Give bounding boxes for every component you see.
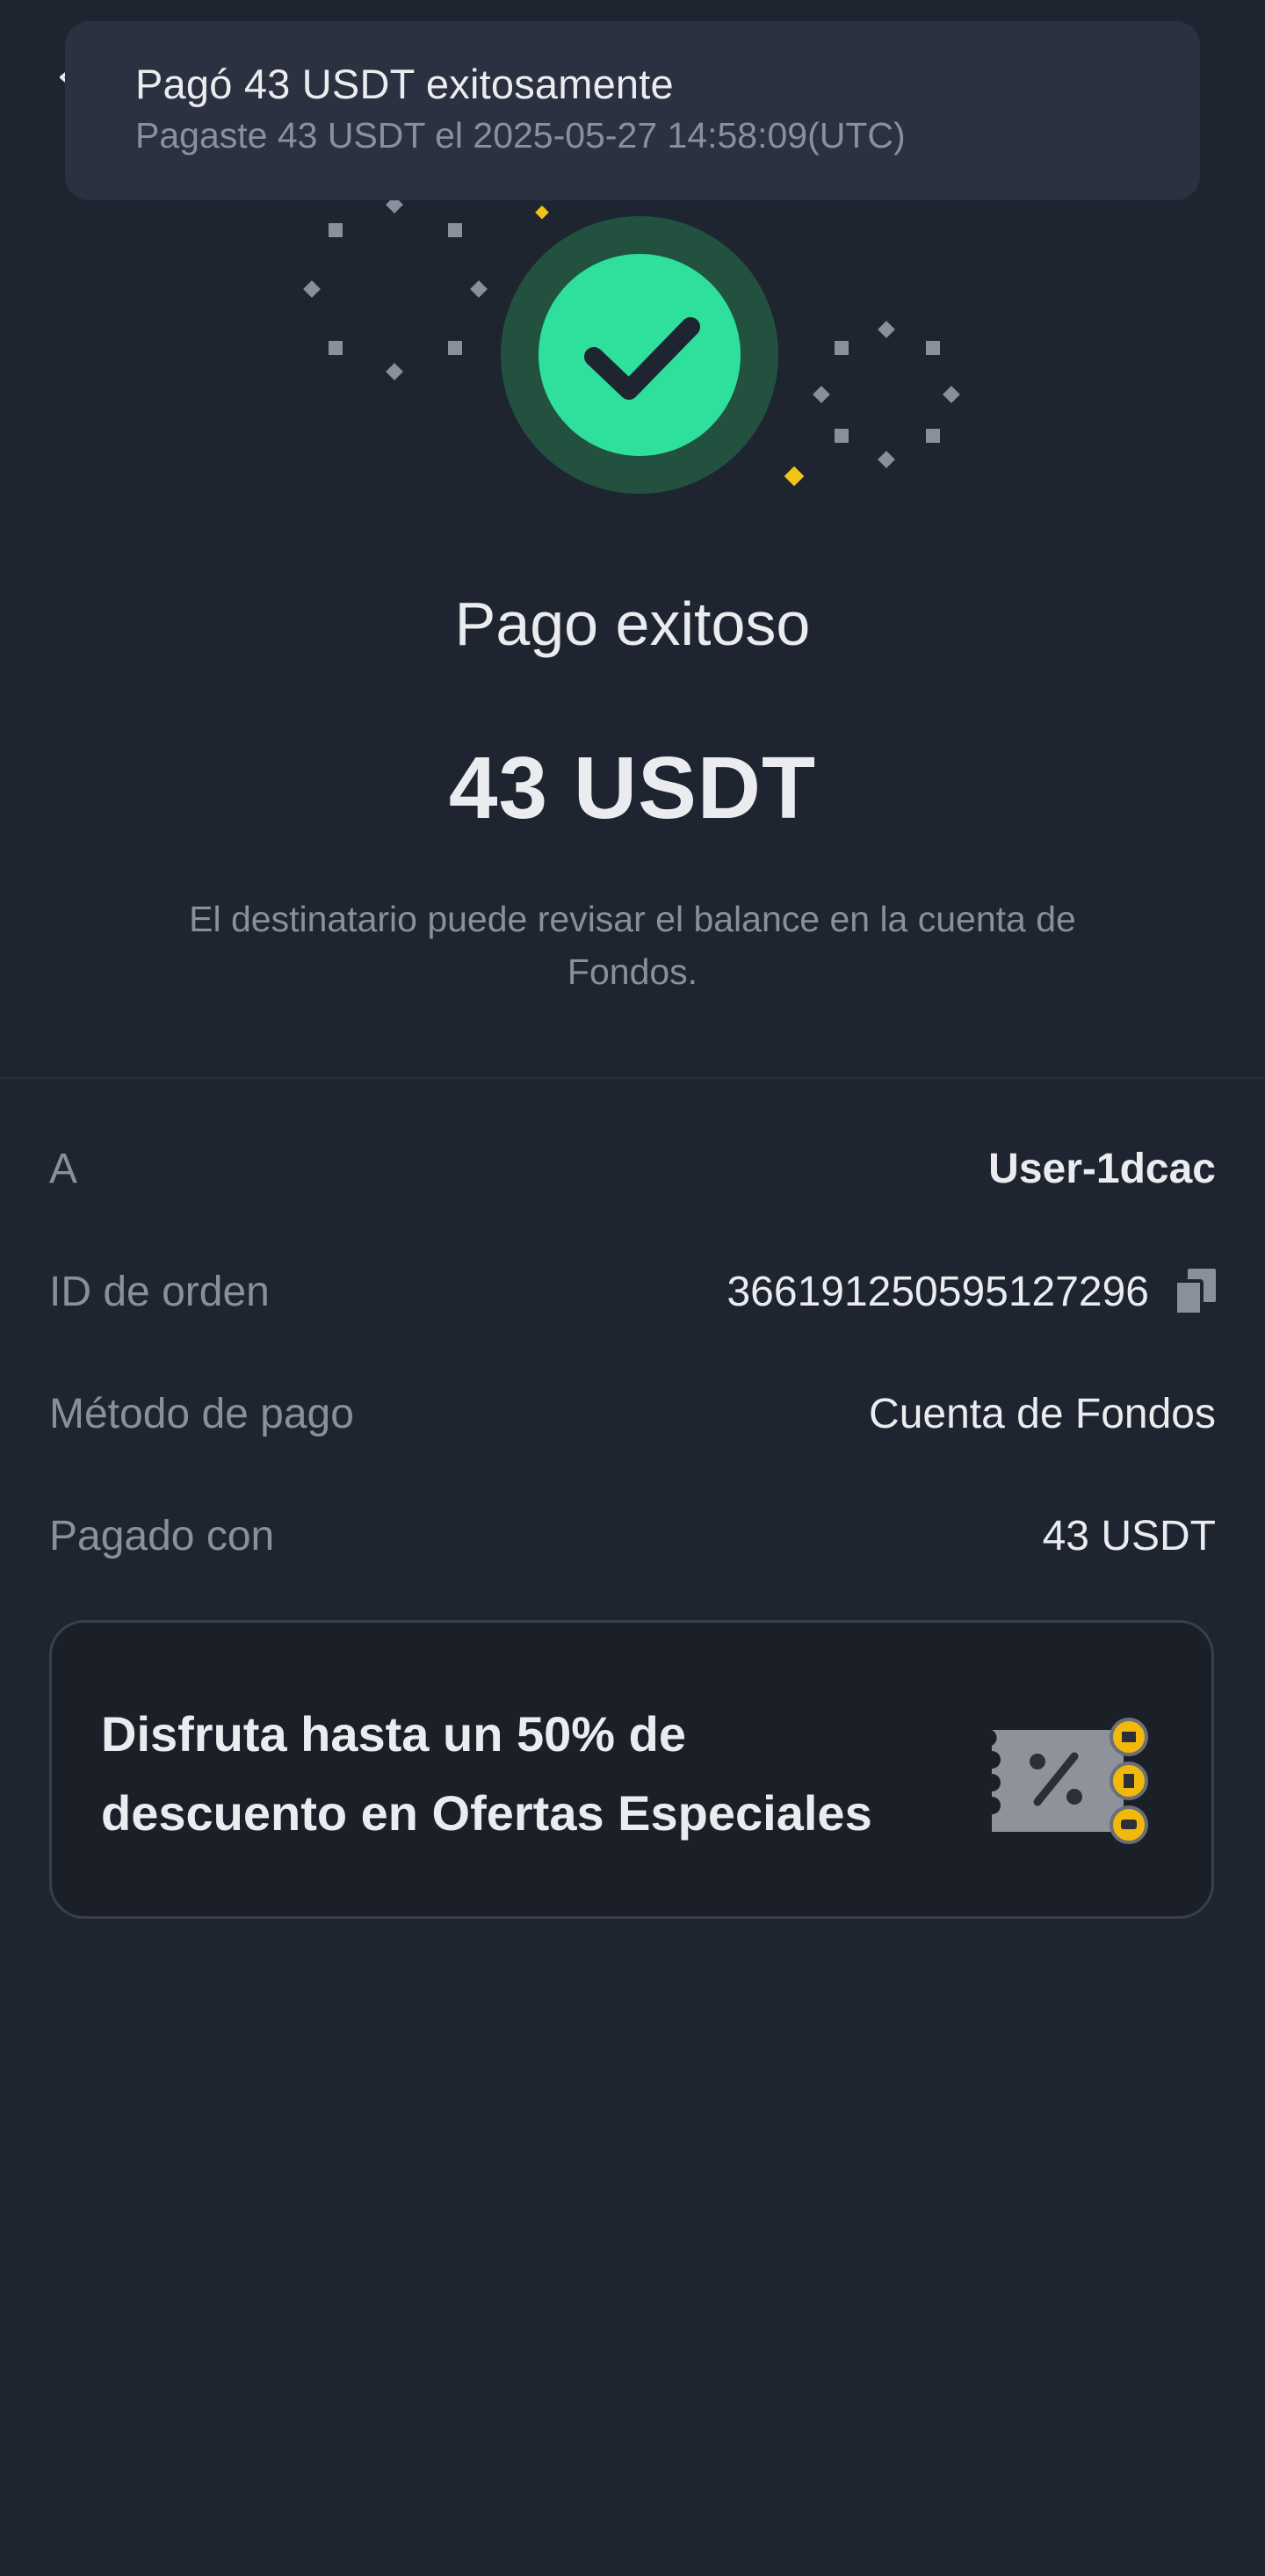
sparkle-small <box>535 205 549 220</box>
detail-label: A <box>49 1145 78 1192</box>
result-note: El destinatario puede revisar el balance… <box>189 899 1076 992</box>
section-divider <box>0 1077 1265 1079</box>
detail-row-recipient: A User-1dcac <box>49 1133 1216 1204</box>
detail-row-paid-with: Pagado con 43 USDT <box>49 1501 1216 1571</box>
toast-notification[interactable]: Pagó 43 USDT exitosamente Pagaste 43 USD… <box>65 21 1200 200</box>
promo-banner[interactable]: Disfruta hasta un 50% de descuento en Of… <box>49 1620 1214 1919</box>
payment-success-screen: Pagó 43 USDT exitosamente Pagaste 43 USD… <box>0 0 1265 2576</box>
detail-row-payment-method: Método de pago Cuenta de Fondos <box>49 1378 1216 1449</box>
sparkle-large <box>784 466 805 487</box>
detail-value: User-1dcac <box>988 1145 1216 1192</box>
decor-dots-right <box>813 321 960 468</box>
result-title: Pago exitoso <box>454 590 811 658</box>
detail-value: 43 USDT <box>1042 1512 1216 1559</box>
detail-label: Método de pago <box>49 1390 354 1437</box>
discount-coupon-icon <box>992 1718 1148 1844</box>
detail-label: Pagado con <box>49 1512 275 1559</box>
decor-dots-left <box>303 196 488 380</box>
detail-row-order-id: ID de orden 366191250595127296 <box>49 1256 1216 1327</box>
promo-text: Disfruta hasta un 50% de descuento en Of… <box>101 1706 872 1841</box>
result-amount: 43 USDT <box>448 739 817 837</box>
detail-value: Cuenta de Fondos <box>869 1390 1216 1437</box>
copy-icon[interactable] <box>1175 1269 1216 1314</box>
detail-label: ID de orden <box>49 1268 270 1315</box>
success-illustration <box>303 196 960 494</box>
toast-title: Pagó 43 USDT exitosamente <box>135 61 674 107</box>
toast-subtitle: Pagaste 43 USDT el 2025-05-27 14:58:09(U… <box>135 115 906 156</box>
order-id-value: 366191250595127296 <box>726 1268 1149 1315</box>
detail-value-wrap: 366191250595127296 <box>726 1268 1216 1316</box>
checkmark-icon <box>501 216 778 494</box>
